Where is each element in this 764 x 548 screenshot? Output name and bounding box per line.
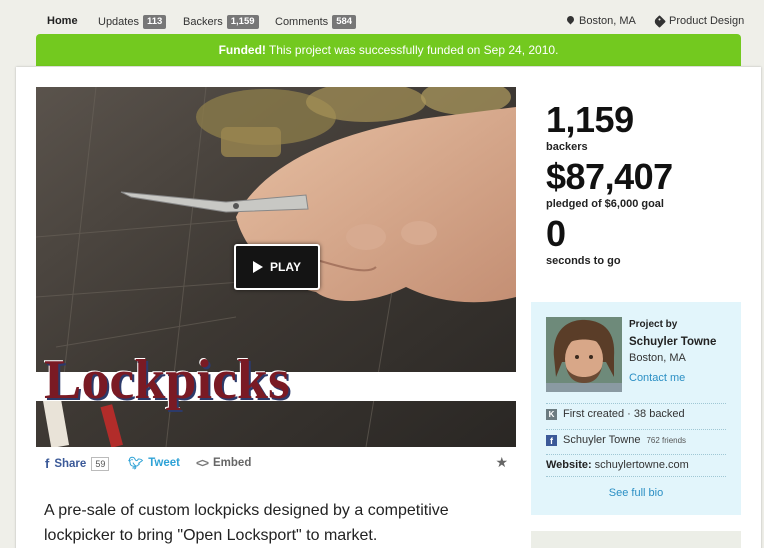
updates-count-badge: 113: [142, 15, 167, 29]
project-category-link[interactable]: Product Design: [653, 14, 745, 28]
backers-label: backers: [546, 141, 588, 153]
project-by-label: Project by: [629, 319, 678, 330]
tag-icon: [653, 14, 666, 28]
project-video[interactable]: Lockpicks PLAY: [36, 87, 516, 447]
embed-label: Embed: [213, 457, 252, 469]
share-count: 59: [91, 456, 110, 471]
kickstarter-icon: K: [546, 408, 557, 420]
creator-box: Project by Schuyler Towne Boston, MA Con…: [531, 302, 741, 515]
nav-home[interactable]: Home: [47, 15, 78, 27]
embed-button[interactable]: <> Embed: [196, 456, 251, 470]
website-label: Website:: [546, 459, 592, 471]
creator-history-row: K First created · 38 backed: [546, 403, 726, 424]
nav-updates-label: Updates: [98, 16, 139, 28]
nav-comments-label: Comments: [275, 16, 329, 28]
creator-photo: [546, 317, 622, 392]
creator-divider: [546, 476, 726, 477]
play-button[interactable]: PLAY: [234, 244, 320, 290]
creator-history: First created · 38 backed: [563, 408, 685, 420]
embed-icon: <>: [196, 456, 209, 470]
website-link[interactable]: schuylertowne.com: [595, 459, 689, 471]
creator-location: Boston, MA: [629, 352, 686, 364]
project-location: Boston, MA: [579, 15, 636, 27]
nav-comments[interactable]: Comments 584: [275, 15, 357, 29]
nav-backers[interactable]: Backers 1,159: [183, 15, 259, 29]
creator-facebook-row[interactable]: f Schuyler Towne 762 friends: [546, 429, 726, 450]
share-bar: f Share 59 🐦︎ Tweet <> Embed ★: [36, 454, 516, 473]
next-sidebar-box: [531, 531, 741, 548]
creator-facebook-name: Schuyler Towne: [563, 434, 641, 446]
pledged-label: pledged of $6,000 goal: [546, 198, 664, 210]
backers-count-badge: 1,159: [226, 15, 259, 29]
play-label: PLAY: [270, 260, 301, 274]
creator-name[interactable]: Schuyler Towne: [629, 336, 716, 348]
funded-banner: Funded! This project was successfully fun…: [36, 34, 741, 66]
location-pin-icon: [567, 16, 574, 26]
share-label: Share: [54, 457, 87, 470]
see-full-bio-link[interactable]: See full bio: [531, 487, 741, 499]
tweet-label: Tweet: [148, 457, 180, 469]
time-label: seconds to go: [546, 255, 621, 267]
project-category: Product Design: [669, 15, 745, 27]
star-icon[interactable]: ★: [495, 454, 508, 471]
time-remaining: 0: [546, 213, 566, 254]
creator-website-row: Website: schuylertowne.com: [546, 454, 726, 475]
project-location-link[interactable]: Boston, MA: [567, 15, 636, 27]
facebook-friends-count: 762 friends: [646, 435, 687, 445]
video-title-text: Lockpicks: [44, 349, 290, 411]
pledged-amount: $87,407: [546, 156, 673, 197]
project-blurb: A pre-sale of custom lockpicks designed …: [44, 502, 449, 544]
nav-updates[interactable]: Updates 113: [98, 15, 167, 29]
facebook-share-button[interactable]: f Share 59: [45, 456, 110, 471]
funded-text: This project was successfully funded on …: [268, 43, 559, 57]
nav-home-label: Home: [47, 15, 78, 27]
project-nav: Home Updates 113 Backers 1,159 Comments …: [0, 0, 764, 34]
facebook-icon: f: [546, 434, 557, 446]
contact-me-link[interactable]: Contact me: [629, 372, 685, 384]
tweet-button[interactable]: 🐦︎ Tweet: [128, 456, 180, 470]
facebook-icon: f: [45, 456, 50, 471]
play-icon: [253, 261, 264, 273]
backers-count: 1,159: [546, 99, 634, 140]
nav-backers-label: Backers: [183, 16, 223, 28]
comments-count-badge: 584: [332, 15, 357, 29]
funded-strong: Funded!: [218, 43, 266, 57]
avatar[interactable]: [546, 317, 622, 392]
twitter-icon: 🐦︎: [128, 456, 144, 470]
